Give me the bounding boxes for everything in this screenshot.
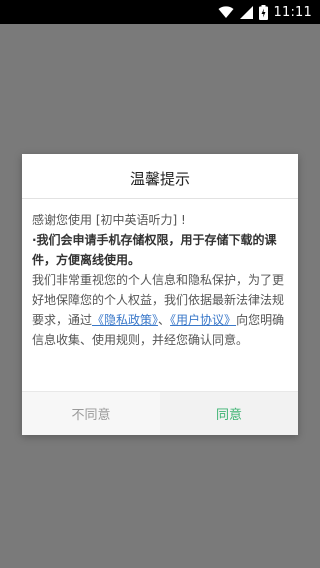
privacy-policy-link[interactable]: 《隐私政策》 — [92, 313, 158, 327]
privacy-statement: 我们非常重视您的个人信息和隐私保护，为了更好地保障您的个人权益，我们依据最新法律… — [32, 270, 292, 350]
user-agreement-link[interactable]: 《用户协议》 — [170, 313, 236, 327]
battery-icon — [258, 4, 268, 20]
status-time: 11:11 — [273, 4, 312, 20]
link-separator: 、 — [158, 313, 171, 327]
dialog-divider — [22, 198, 298, 199]
disagree-button[interactable]: 不同意 — [22, 392, 160, 435]
dialog-intro: 感谢您使用 [初中英语听力] ! — [32, 213, 186, 227]
status-bar: 11:11 — [0, 0, 320, 24]
wifi-icon — [218, 5, 234, 19]
dialog-title: 温馨提示 — [129, 170, 190, 188]
agree-button[interactable]: 同意 — [160, 392, 298, 435]
signal-icon — [239, 5, 253, 19]
status-icons: 11:11 — [218, 0, 312, 24]
dialog-body: 感谢您使用 [初中英语听力] ! ·我们会申请手机存储权限，用于存储下载的课件，… — [32, 210, 292, 350]
privacy-dialog: 温馨提示 感谢您使用 [初中英语听力] ! ·我们会申请手机存储权限，用于存储下… — [22, 154, 298, 435]
permission-notice: ·我们会申请手机存储权限，用于存储下载的课件，方便离线使用。 — [32, 233, 277, 267]
dialog-buttons: 不同意 同意 — [22, 391, 298, 435]
